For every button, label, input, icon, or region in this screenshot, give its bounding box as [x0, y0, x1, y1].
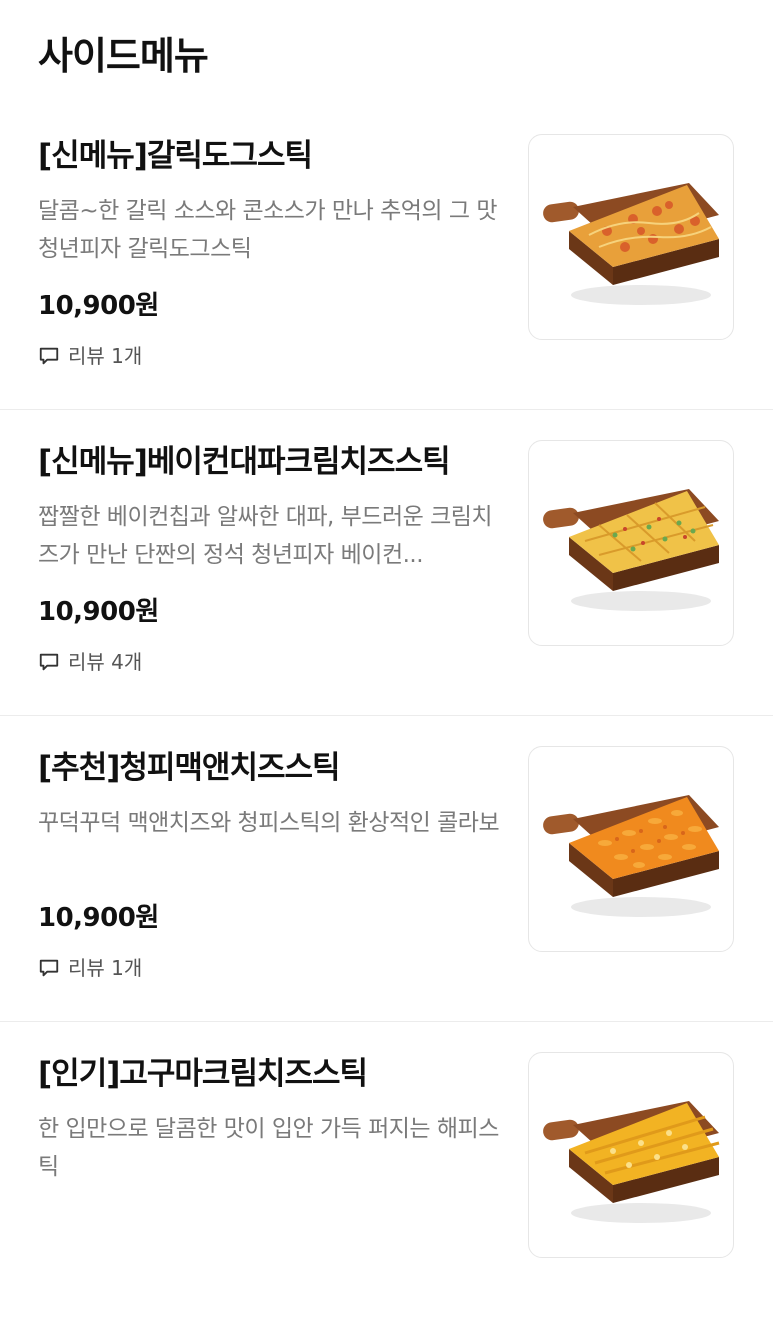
menu-item-name: [신메뉴]갈릭도그스틱 [38, 138, 313, 174]
menu-item-review[interactable]: 리뷰 1개 [38, 342, 508, 370]
pizza-board-image [543, 489, 719, 611]
review-count-label: 리뷰 1개 [68, 956, 143, 980]
menu-item-description: 달콤~한 갈릭 소스와 콘소스가 만나 추억의 그 맛 청년피자 갈릭도그스틱 [38, 198, 498, 262]
menu-item-description: 짭짤한 베이컨칩과 알싸한 대파, 부드러운 크림치즈가 만난 단짠의 정석 청… [38, 504, 493, 568]
menu-item-review[interactable]: 리뷰 4개 [38, 648, 508, 676]
menu-item[interactable]: [신메뉴]갈릭도그스틱 달콤~한 갈릭 소스와 콘소스가 만나 추억의 그 맛 … [0, 104, 773, 410]
menu-item[interactable]: [신메뉴]베이컨대파크림치즈스틱 짭짤한 베이컨칩과 알싸한 대파, 부드러운 … [0, 410, 773, 716]
section-title: 사이드메뉴 [38, 34, 209, 78]
menu-item-description: 한 입만으로 달콤한 맛이 입안 가득 퍼지는 해피스틱 [38, 1116, 499, 1180]
menu-item-text: [추천]청피맥앤치즈스틱 꾸덕꾸덕 맥앤치즈와 청피스틱의 환상적인 콜라보 1… [38, 746, 508, 982]
speech-bubble-icon [39, 653, 59, 671]
menu-item-description: 꾸덕꾸덕 맥앤치즈와 청피스틱의 환상적인 콜라보 [38, 810, 500, 836]
menu-item-name: [추천]청피맥앤치즈스틱 [38, 750, 341, 786]
pizza-board-image [543, 183, 719, 305]
menu-item-price: 10,900원 [38, 903, 159, 933]
menu-item[interactable]: [추천]청피맥앤치즈스틱 꾸덕꾸덕 맥앤치즈와 청피스틱의 환상적인 콜라보 1… [0, 716, 773, 1022]
menu-item-image[interactable] [528, 746, 734, 952]
review-count-label: 리뷰 1개 [68, 344, 143, 368]
menu-item-image[interactable] [528, 1052, 734, 1258]
menu-item-price: 10,900원 [38, 291, 159, 321]
menu-item-review[interactable]: 리뷰 1개 [38, 954, 508, 982]
menu-item-text: [신메뉴]베이컨대파크림치즈스틱 짭짤한 베이컨칩과 알싸한 대파, 부드러운 … [38, 440, 508, 676]
pizza-board-image [543, 1101, 720, 1223]
menu-item-text: [인기]고구마크림치즈스틱 한 입만으로 달콤한 맛이 입안 가득 퍼지는 해피… [38, 1052, 508, 1186]
menu-item-image[interactable] [528, 134, 734, 340]
menu-item-name: [인기]고구마크림치즈스틱 [38, 1056, 368, 1092]
speech-bubble-icon [39, 347, 59, 365]
menu-item-image[interactable] [528, 440, 734, 646]
menu-item-price: 10,900원 [38, 597, 159, 627]
pizza-board-image [543, 795, 719, 917]
menu-item-text: [신메뉴]갈릭도그스틱 달콤~한 갈릭 소스와 콘소스가 만나 추억의 그 맛 … [38, 134, 508, 370]
review-count-label: 리뷰 4개 [68, 650, 143, 674]
menu-list: [신메뉴]갈릭도그스틱 달콤~한 갈릭 소스와 콘소스가 만나 추억의 그 맛 … [0, 104, 773, 1328]
speech-bubble-icon [39, 959, 59, 977]
menu-item-name: [신메뉴]베이컨대파크림치즈스틱 [38, 444, 451, 480]
menu-item[interactable]: [인기]고구마크림치즈스틱 한 입만으로 달콤한 맛이 입안 가득 퍼지는 해피… [0, 1022, 773, 1328]
